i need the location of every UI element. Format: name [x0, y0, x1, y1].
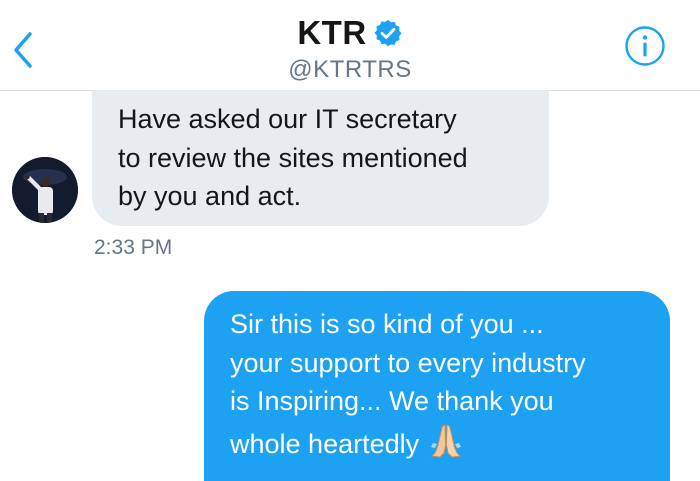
incoming-message-text: Have asked our IT secretary to review th… [118, 104, 468, 211]
outgoing-message-bubble[interactable]: Sir this is so kind of you ... your supp… [204, 291, 670, 481]
info-button[interactable] [624, 25, 666, 67]
profile-name: KTR [297, 14, 367, 51]
incoming-message-bubble[interactable]: Have asked our IT secretary to review th… [92, 90, 549, 226]
profile-photo [12, 157, 78, 223]
outgoing-message-text: Sir this is so kind of you ... your supp… [230, 305, 644, 463]
verified-badge-icon [374, 19, 402, 47]
conversation-header: KTR @KTRTRS [0, 0, 700, 91]
header-title[interactable]: KTR @KTRTRS [0, 14, 700, 84]
info-icon [625, 26, 665, 66]
outgoing-message-body: Sir this is so kind of you ... your supp… [230, 309, 586, 459]
profile-handle: @KTRTRS [288, 56, 412, 83]
avatar[interactable] [12, 157, 78, 223]
folded-hands-emoji [431, 423, 462, 458]
message-timestamp: 2:33 PM [94, 236, 173, 259]
